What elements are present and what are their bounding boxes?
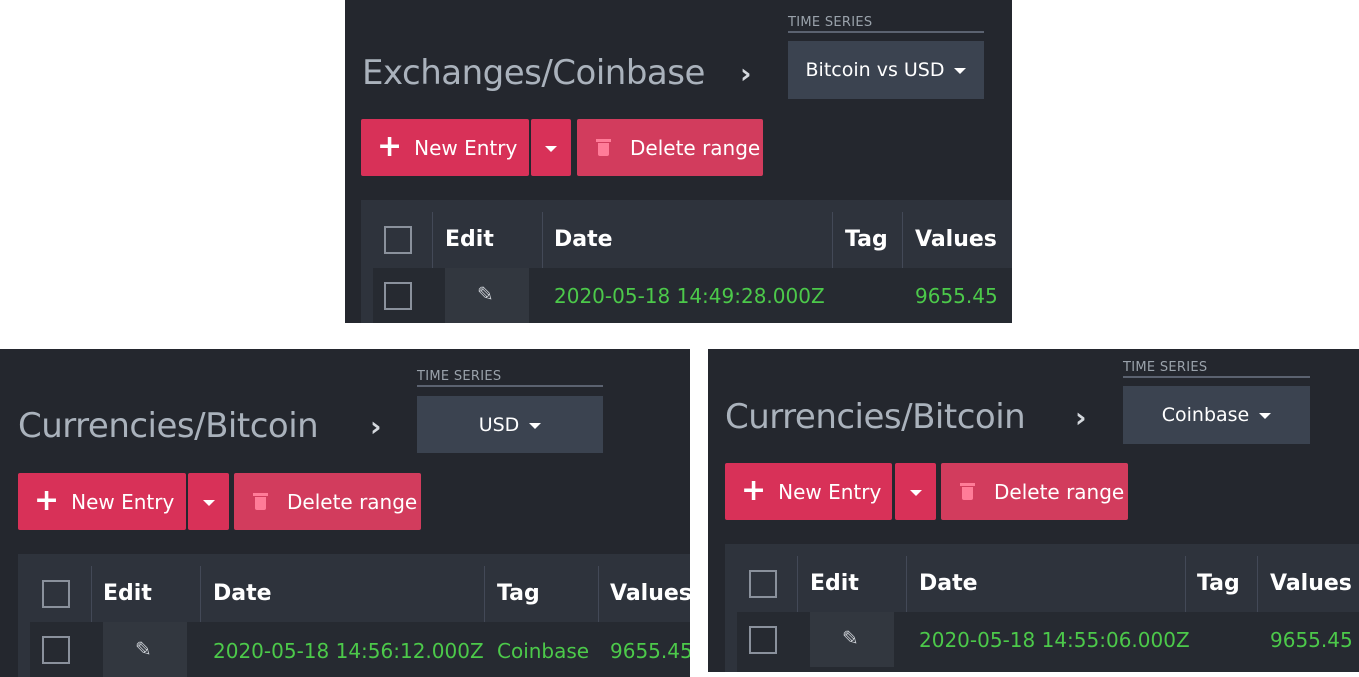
column-header-values[interactable]: Values: [610, 583, 690, 605]
time-series-label: TIME SERIES: [417, 370, 603, 387]
row-tag: Coinbase: [497, 639, 590, 663]
time-series-select[interactable]: Bitcoin vs USD: [788, 41, 984, 99]
caret-down-icon: [545, 145, 557, 152]
column-header-edit: Edit: [103, 581, 152, 606]
caret-down-icon: [1259, 413, 1272, 419]
column-header-date[interactable]: Date: [213, 583, 272, 605]
new-entry-dropdown-button[interactable]: [895, 463, 936, 520]
new-entry-label: New Entry: [778, 479, 882, 504]
time-series-value: Bitcoin vs USD: [805, 59, 945, 81]
chevron-right-icon[interactable]: ›: [370, 413, 382, 441]
column-header-date[interactable]: Date: [554, 229, 613, 251]
time-series-select[interactable]: USD: [417, 396, 603, 453]
time-series-label: TIME SERIES: [788, 16, 984, 33]
trash-icon: [596, 139, 611, 156]
row-date: 2020-05-18 14:55:06.000Z: [919, 628, 1190, 652]
column-header-date[interactable]: Date: [919, 573, 978, 595]
plus-icon: +: [34, 482, 60, 518]
entries-table: Edit Date Tag Values ✎ 2020-05-18 14:49:…: [361, 200, 1012, 323]
row-date: 2020-05-18 14:56:12.000Z: [213, 639, 484, 663]
new-entry-label: New Entry: [71, 489, 175, 514]
entries-table: Edit Date Tag Values ✎ 2020-05-18 14:55:…: [725, 544, 1359, 672]
panel-currencies-bitcoin-usd: Currencies/Bitcoin › TIME SERIES USD + N…: [0, 349, 690, 677]
panel-currencies-bitcoin-coinbase: Currencies/Bitcoin › TIME SERIES Coinbas…: [708, 349, 1359, 672]
trash-icon: [960, 483, 975, 500]
pencil-icon[interactable]: ✎: [135, 639, 152, 659]
page-title: Currencies/Bitcoin: [725, 397, 1026, 437]
time-series-label: TIME SERIES: [1123, 361, 1310, 378]
new-entry-button[interactable]: + New Entry: [725, 463, 892, 520]
row-checkbox[interactable]: [42, 636, 70, 664]
edit-cell[interactable]: ✎: [810, 612, 894, 667]
row-value: 9655.45: [610, 639, 690, 663]
column-header-tag[interactable]: Tag: [497, 583, 540, 605]
time-series-select[interactable]: Coinbase: [1123, 386, 1310, 444]
new-entry-dropdown-button[interactable]: [531, 119, 571, 176]
caret-down-icon: [954, 68, 967, 74]
caret-down-icon: [909, 489, 922, 496]
row-date: 2020-05-18 14:49:28.000Z: [554, 284, 825, 308]
delete-range-label: Delete range: [994, 479, 1125, 504]
delete-range-button[interactable]: Delete range: [941, 463, 1128, 520]
column-header-edit: Edit: [445, 227, 494, 252]
page-title: Currencies/Bitcoin: [18, 406, 319, 446]
time-series-value: USD: [478, 413, 520, 436]
new-entry-button[interactable]: + New Entry: [361, 119, 529, 176]
caret-down-icon: [202, 499, 215, 506]
row-value: 9655.45: [1270, 628, 1353, 652]
plus-icon: +: [741, 472, 767, 508]
chevron-right-icon[interactable]: ›: [1075, 404, 1087, 432]
edit-cell[interactable]: ✎: [103, 622, 187, 677]
column-header-edit: Edit: [810, 571, 859, 596]
trash-icon: [253, 493, 268, 510]
caret-down-icon: [529, 422, 542, 429]
chevron-right-icon[interactable]: ›: [740, 60, 752, 88]
delete-range-button[interactable]: Delete range: [577, 119, 763, 176]
pencil-icon[interactable]: ✎: [842, 628, 859, 648]
new-entry-button[interactable]: + New Entry: [18, 473, 186, 530]
delete-range-label: Delete range: [287, 489, 418, 514]
delete-range-button[interactable]: Delete range: [234, 473, 421, 530]
row-value: 9655.45: [915, 284, 998, 308]
page-title: Exchanges/Coinbase: [362, 53, 705, 93]
delete-range-label: Delete range: [630, 135, 761, 160]
select-all-checkbox[interactable]: [384, 226, 412, 254]
row-checkbox[interactable]: [749, 626, 777, 654]
new-entry-label: New Entry: [414, 135, 518, 160]
pencil-icon[interactable]: ✎: [477, 284, 494, 304]
select-all-checkbox[interactable]: [42, 580, 70, 608]
plus-icon: +: [377, 128, 403, 164]
column-header-values[interactable]: Values: [1270, 573, 1352, 595]
select-all-checkbox[interactable]: [749, 570, 777, 598]
entries-table: Edit Date Tag Values ✎ 2020-05-18 14:56:…: [18, 554, 690, 677]
column-header-values[interactable]: Values: [915, 229, 997, 251]
new-entry-dropdown-button[interactable]: [188, 473, 229, 530]
column-header-tag[interactable]: Tag: [845, 229, 888, 251]
column-header-tag[interactable]: Tag: [1197, 573, 1240, 595]
time-series-value: Coinbase: [1161, 404, 1250, 426]
edit-cell[interactable]: ✎: [445, 268, 529, 323]
row-checkbox[interactable]: [384, 282, 412, 310]
panel-exchanges-coinbase: Exchanges/Coinbase › TIME SERIES Bitcoin…: [345, 0, 1012, 323]
